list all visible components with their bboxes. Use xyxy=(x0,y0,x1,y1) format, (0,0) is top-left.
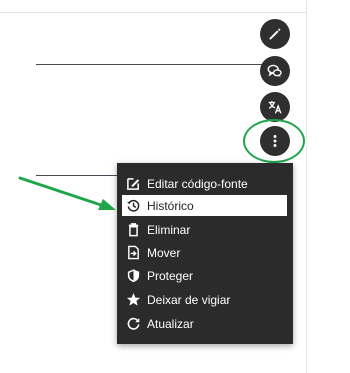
language-button[interactable] xyxy=(260,92,290,122)
translate-icon xyxy=(268,101,282,114)
menu-item-label: Histórico xyxy=(147,198,194,213)
menu-item-label: Editar código-fonte xyxy=(147,176,248,191)
shield-icon xyxy=(125,268,141,284)
move-icon xyxy=(125,245,141,261)
refresh-icon xyxy=(125,316,141,332)
menu-item-label: Proteger xyxy=(147,268,194,283)
menu-item-edit-source[interactable]: Editar código-fonte xyxy=(122,173,287,194)
speech-bubbles-icon xyxy=(267,64,282,78)
content-divider-line xyxy=(36,64,262,65)
menu-item-label: Mover xyxy=(147,245,181,260)
menu-item-label: Eliminar xyxy=(147,222,191,237)
star-icon xyxy=(125,292,141,308)
history-icon xyxy=(125,198,141,214)
menu-item-history[interactable]: Histórico xyxy=(122,195,287,216)
edit-source-icon xyxy=(125,176,141,192)
trash-icon xyxy=(125,222,141,238)
menu-item-delete[interactable]: Eliminar xyxy=(122,219,287,240)
menu-item-label: Deixar de vigiar xyxy=(147,292,231,307)
page-top-divider xyxy=(0,12,306,13)
vertical-ellipsis-icon xyxy=(273,135,277,147)
menu-item-refresh[interactable]: Atualizar xyxy=(122,313,287,334)
menu-item-label: Atualizar xyxy=(147,316,194,331)
talk-button[interactable] xyxy=(260,56,290,86)
pencil-icon xyxy=(269,28,281,40)
more-options-button[interactable] xyxy=(260,126,290,156)
page-right-border xyxy=(306,0,307,373)
more-options-menu: Editar código-fonte Histórico Eliminar M… xyxy=(117,163,293,344)
edit-button[interactable] xyxy=(260,19,290,49)
menu-item-protect[interactable]: Proteger xyxy=(122,265,287,286)
menu-item-move[interactable]: Mover xyxy=(122,242,287,263)
menu-item-unwatch[interactable]: Deixar de vigiar xyxy=(122,289,287,310)
